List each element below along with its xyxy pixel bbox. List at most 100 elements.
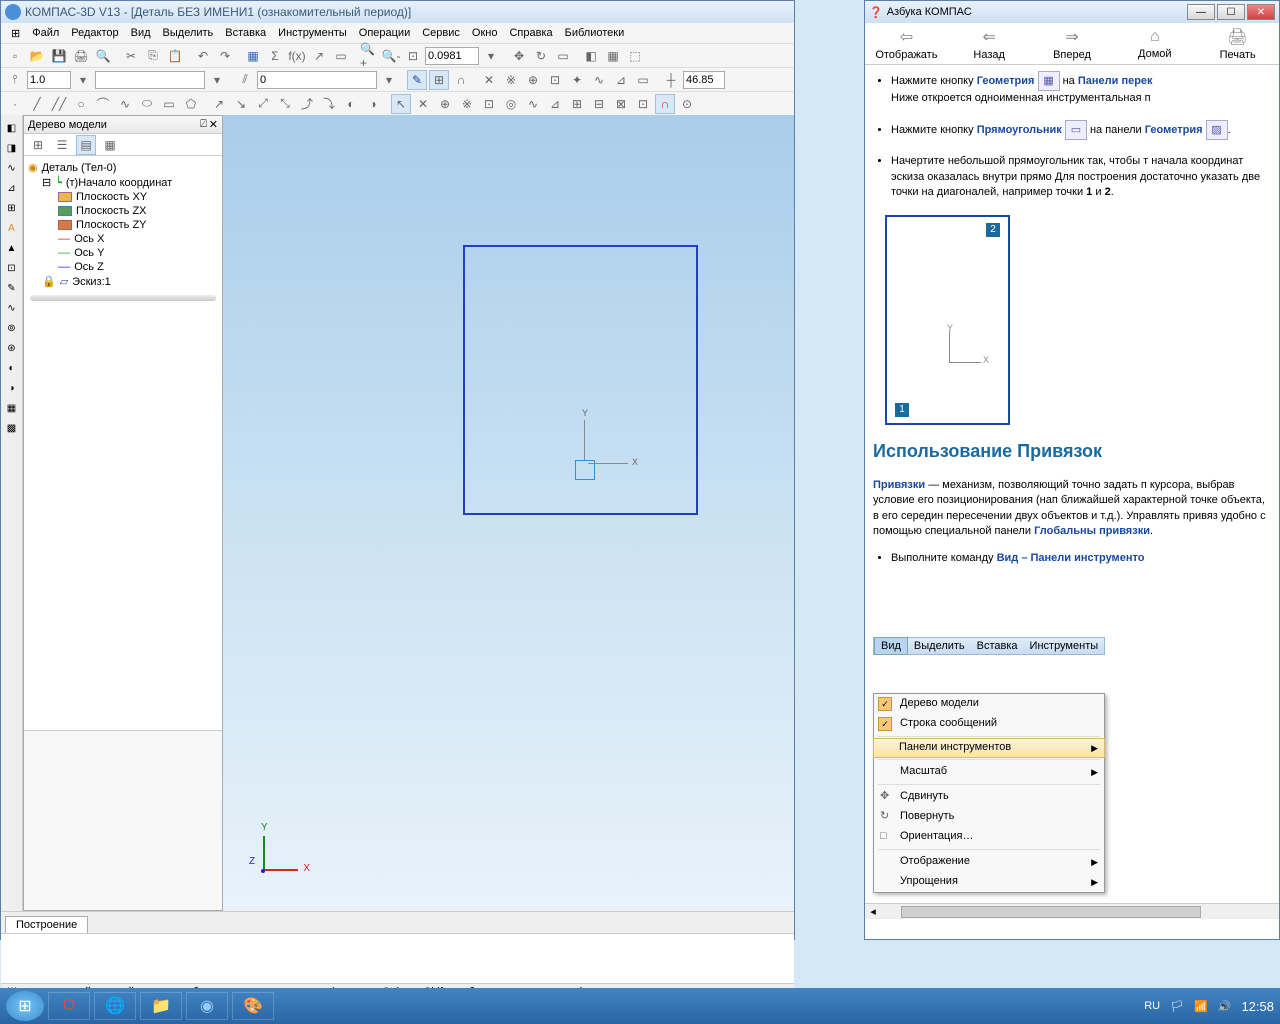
lb-13[interactable]: ◐: [3, 359, 21, 377]
t4-icon[interactable]: ⊡: [545, 70, 565, 90]
doc-icon[interactable]: ▭: [331, 46, 351, 66]
ctx-item-toolbars[interactable]: Панели инструментов▶: [873, 738, 1105, 758]
lb-10[interactable]: ∿: [3, 299, 21, 317]
tree-btn-1[interactable]: ⊞: [28, 135, 48, 155]
tray-flag-icon[interactable]: 🏳: [1170, 1000, 1184, 1013]
tree-root[interactable]: ◉Деталь (Тел-0): [28, 160, 218, 175]
tray-clock[interactable]: 12:58: [1241, 999, 1274, 1014]
menu-libs[interactable]: Библиотеки: [561, 25, 629, 41]
ctx-item-simplify[interactable]: Упрощения▶: [874, 872, 1104, 892]
taskbar[interactable]: ⊞ O 🌐 📁 ◉ 🎨 RU 🏳 📶 🔊 12:58: [0, 988, 1280, 1024]
menu-edit[interactable]: Редактор: [67, 25, 122, 41]
tree-body[interactable]: ◉Деталь (Тел-0) ⊟┕(т)Начало координат Пл…: [24, 156, 222, 730]
sketch-icon[interactable]: ✎: [407, 70, 427, 90]
arc-icon[interactable]: ⌒: [93, 94, 113, 114]
lb-6[interactable]: A: [3, 219, 21, 237]
lb-15[interactable]: ▦: [3, 399, 21, 417]
tree-axis-z[interactable]: ––Ось Z: [28, 260, 218, 274]
ctx-item-orient[interactable]: □Ориентация…: [874, 827, 1104, 847]
cube-icon[interactable]: ◧: [581, 46, 601, 66]
tray-lang[interactable]: RU: [1144, 1000, 1160, 1012]
task-paint[interactable]: 🎨: [232, 992, 274, 1020]
lb-5[interactable]: ⊞: [3, 199, 21, 217]
circle-icon[interactable]: ○: [71, 94, 91, 114]
tree-axis-x[interactable]: ––Ось X: [28, 232, 218, 246]
lb-2[interactable]: ◨: [3, 139, 21, 157]
minimize-button[interactable]: —: [1187, 4, 1215, 20]
coord-input[interactable]: [683, 71, 725, 89]
lb-12[interactable]: ⊛: [3, 339, 21, 357]
undo-icon[interactable]: ↶: [193, 46, 213, 66]
ctx-item-status[interactable]: ✓Строка сообщений: [874, 714, 1104, 734]
t2-icon[interactable]: ※: [501, 70, 521, 90]
help-home-button[interactable]: ⌂Домой: [1113, 23, 1196, 64]
tree-origin[interactable]: ⊟┕(т)Начало координат: [28, 175, 218, 190]
lb-3[interactable]: ∿: [3, 159, 21, 177]
lb-8[interactable]: ⊡: [3, 259, 21, 277]
print-icon[interactable]: 🖨: [71, 46, 91, 66]
cursor-icon[interactable]: ↖: [391, 94, 411, 114]
hatch-icon[interactable]: ⫽: [235, 70, 255, 90]
tree-header[interactable]: Дерево модели ⍁✕: [24, 116, 222, 134]
ctx-tab-tools[interactable]: Инструменты: [1024, 638, 1105, 654]
tree-plane-xy[interactable]: Плоскость XY: [28, 190, 218, 204]
ctx-item-rotate[interactable]: ↻Повернуть: [874, 807, 1104, 827]
help-forward-button[interactable]: ⇒Вперед: [1031, 23, 1114, 64]
t7-icon[interactable]: ⊿: [611, 70, 631, 90]
tree-plane-zy[interactable]: Плоскость ZY: [28, 218, 218, 232]
coord-icon[interactable]: ┼: [661, 70, 681, 90]
tree-plane-zx[interactable]: Плоскость ZX: [28, 204, 218, 218]
zoomfit-icon[interactable]: ⊡: [403, 46, 423, 66]
magnet-icon[interactable]: ∩: [451, 70, 471, 90]
orient-icon[interactable]: ▭: [553, 46, 573, 66]
ctx-item-display[interactable]: Отображение▶: [874, 852, 1104, 872]
magnet2-icon[interactable]: ∩: [655, 94, 675, 114]
tray-network-icon[interactable]: 📶: [1194, 1000, 1208, 1013]
save-icon[interactable]: 💾: [49, 46, 69, 66]
tree-btn-2[interactable]: ☰: [52, 135, 72, 155]
task-opera[interactable]: O: [48, 992, 90, 1020]
zoomin-icon[interactable]: 🔍+: [359, 46, 379, 66]
scale-input[interactable]: [27, 71, 71, 89]
menu-help[interactable]: Справка: [505, 25, 556, 41]
redo-icon[interactable]: ↷: [215, 46, 235, 66]
t6-icon[interactable]: ∿: [589, 70, 609, 90]
ctx-item-scale[interactable]: Масштаб▶: [874, 762, 1104, 782]
scroll-thumb[interactable]: [901, 906, 1201, 918]
spline-icon[interactable]: ∿: [115, 94, 135, 114]
tree-btn-4[interactable]: ▦: [100, 135, 120, 155]
main-titlebar[interactable]: КОМПАС-3D V13 - [Деталь БЕЗ ИМЕНИ1 (озна…: [1, 1, 794, 23]
new-icon[interactable]: ▫: [5, 46, 25, 66]
rotate-icon[interactable]: ↻: [531, 46, 551, 66]
zoomout-icon[interactable]: 🔍-: [381, 46, 401, 66]
arrow-icon[interactable]: ↗: [309, 46, 329, 66]
ctx-tab-view[interactable]: Вид: [874, 637, 908, 655]
zoom-input[interactable]: [425, 47, 479, 65]
layer-input[interactable]: [95, 71, 205, 89]
help-print-button[interactable]: 🖨Печать: [1196, 23, 1279, 64]
task-chrome[interactable]: 🌐: [94, 992, 136, 1020]
tree-axis-y[interactable]: ––Ось Y: [28, 246, 218, 260]
ctx-item-tree[interactable]: ✓Дерево модели: [874, 694, 1104, 714]
wire-icon[interactable]: ⬚: [625, 46, 645, 66]
menu-window[interactable]: Окно: [468, 25, 502, 41]
cut-icon[interactable]: ✂: [121, 46, 141, 66]
copy-icon[interactable]: ⎘: [143, 46, 163, 66]
tree-sketch[interactable]: 🔒▱Эскиз:1: [28, 274, 218, 289]
point-icon[interactable]: ·: [5, 94, 25, 114]
lb-4[interactable]: ⊿: [3, 179, 21, 197]
lines-icon[interactable]: ╱╱: [49, 94, 69, 114]
help-content[interactable]: Нажмите кнопку Геометрия ▦ на Панели пер…: [865, 65, 1279, 903]
lb-1[interactable]: ◧: [3, 119, 21, 137]
help-hscrollbar[interactable]: ◂: [865, 903, 1279, 919]
ellipse-icon[interactable]: ⬭: [137, 94, 157, 114]
help-back-button[interactable]: ⇐Назад: [948, 23, 1031, 64]
lb-7[interactable]: ▲: [3, 239, 21, 257]
t3-icon[interactable]: ⊕: [523, 70, 543, 90]
ctx-item-move[interactable]: ✥Сдвинуть: [874, 787, 1104, 807]
tab-build[interactable]: Построение: [5, 916, 88, 933]
line-icon[interactable]: ╱: [27, 94, 47, 114]
maximize-button[interactable]: ☐: [1217, 4, 1245, 20]
menu-file[interactable]: Файл: [28, 25, 63, 41]
pan-icon[interactable]: ✥: [509, 46, 529, 66]
